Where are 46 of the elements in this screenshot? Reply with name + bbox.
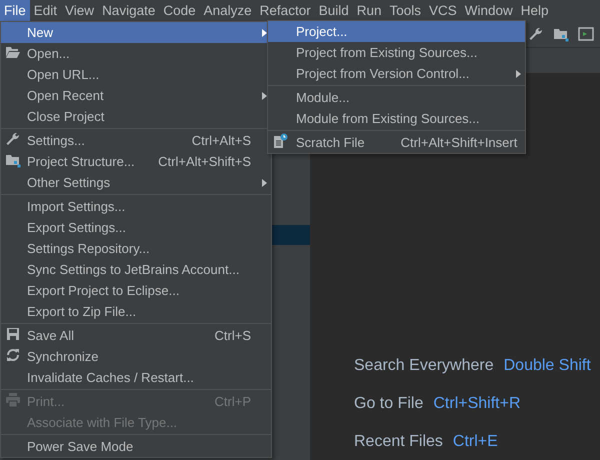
hint-label: Recent Files <box>354 433 443 451</box>
shortcut-link[interactable]: Ctrl+E <box>452 433 498 451</box>
menu-item[interactable]: Module from Existing Sources... <box>268 108 525 129</box>
menu-title[interactable]: Code <box>159 0 200 21</box>
menu-item[interactable]: Sync Settings to JetBrains Account... <box>1 259 271 280</box>
menu-title[interactable]: Tools <box>386 0 426 21</box>
menu-item[interactable]: Project from Version Control... <box>268 63 525 84</box>
menu-title[interactable]: Help <box>516 0 553 21</box>
shortcut-text: Ctrl+Alt+Shift+S <box>157 154 251 169</box>
menu-item[interactable]: Scratch File Ctrl+Alt+Shift+Insert <box>268 132 525 153</box>
shortcut-text: Ctrl+S <box>214 328 251 343</box>
menu-title[interactable]: Refactor <box>256 0 315 21</box>
shortcut-link[interactable]: Double Shift <box>504 357 591 375</box>
menu-item[interactable]: Other Settings <box>1 172 271 193</box>
menu-title[interactable]: VCS <box>425 0 461 21</box>
menu-item[interactable]: Open... <box>1 43 271 64</box>
menu-title[interactable]: Window <box>460 0 517 21</box>
menu-title[interactable]: Build <box>314 0 353 21</box>
hint-label: Search Everywhere <box>354 357 494 375</box>
menu-title[interactable]: Analyze <box>200 0 256 21</box>
menu-item[interactable]: Power Save Mode <box>1 436 271 457</box>
menu-item[interactable]: Invalidate Caches / Restart... <box>1 367 271 388</box>
menu-item[interactable]: Synchronize <box>1 346 271 367</box>
menu-item[interactable]: Export Settings... <box>1 217 271 238</box>
menu-item[interactable]: Settings... Ctrl+Alt+S <box>1 130 271 151</box>
menu-item[interactable]: Project Structure... Ctrl+Alt+Shift+S <box>1 151 271 172</box>
menu-title[interactable]: Edit <box>30 0 62 21</box>
shortcut-text: Ctrl+Alt+S <box>190 133 251 148</box>
shortcut-text: Ctrl+P <box>214 394 251 409</box>
menu-title[interactable]: Run <box>352 0 386 21</box>
menu-item[interactable]: Import Settings... <box>1 196 271 217</box>
menu-item[interactable]: Close Project <box>1 106 271 127</box>
shortcut-link[interactable]: Ctrl+Shift+R <box>433 395 520 413</box>
menu-item[interactable]: Module... <box>268 87 525 108</box>
menu-item[interactable]: Project... <box>268 21 525 42</box>
menu-item[interactable]: Export to Zip File... <box>1 301 271 322</box>
hint-label: Go to File <box>354 395 424 413</box>
menu-title[interactable]: Navigate <box>98 0 160 21</box>
menu-item[interactable]: Export Project to Eclipse... <box>1 280 271 301</box>
menu-item[interactable]: Project from Existing Sources... <box>268 42 525 63</box>
menu-item[interactable]: Save All Ctrl+S <box>1 325 271 346</box>
menu-title[interactable]: File <box>0 0 30 21</box>
menu-item[interactable]: Settings Repository... <box>1 238 271 259</box>
shortcut-text: Ctrl+Alt+Shift+Insert <box>400 135 518 150</box>
menu-title[interactable]: View <box>61 0 98 21</box>
menu-item[interactable]: Open URL... <box>1 64 271 85</box>
